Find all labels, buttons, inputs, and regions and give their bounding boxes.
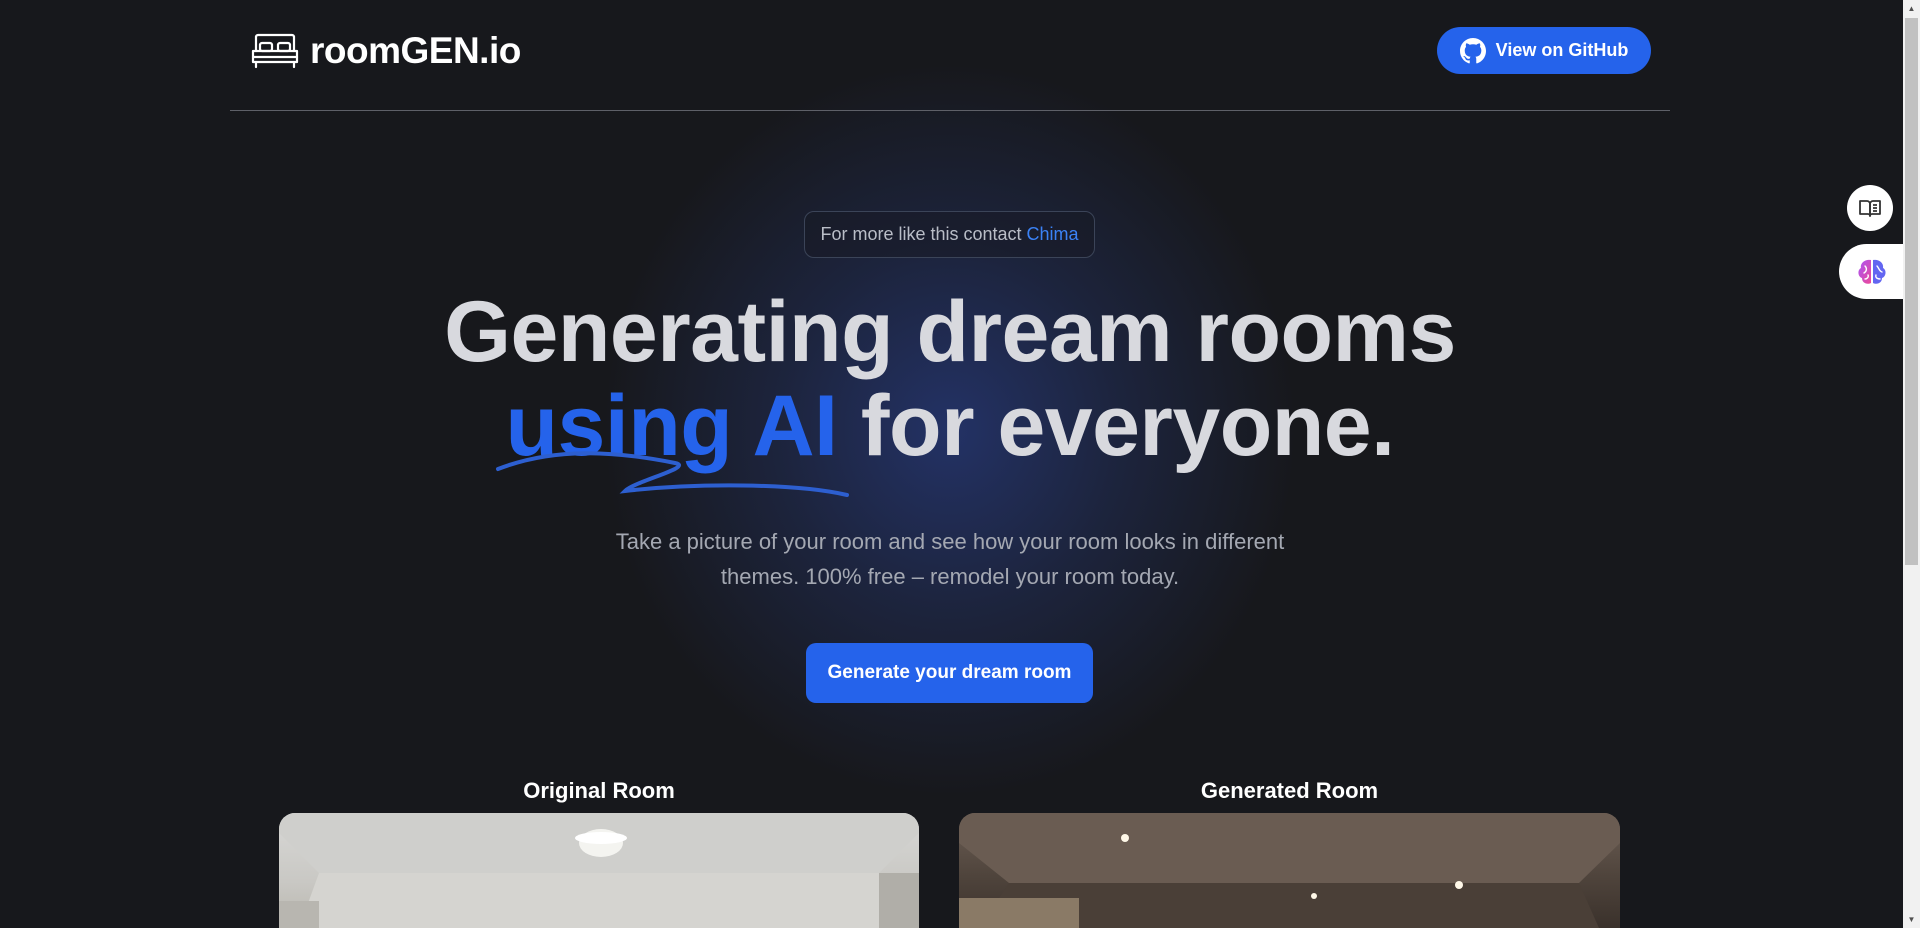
view-on-github-button[interactable]: View on GitHub	[1437, 27, 1651, 74]
scroll-thumb[interactable]	[1905, 18, 1918, 565]
logo-link[interactable]: roomGEN.io	[250, 30, 521, 72]
original-room-label: Original Room	[523, 778, 675, 803]
contact-text: For more like this contact	[820, 224, 1022, 244]
github-icon	[1459, 37, 1486, 63]
original-room-scene	[279, 813, 919, 928]
subtitle-line-1: Take a picture of your room and see how …	[615, 529, 1285, 554]
hero-headline: Generating dream rooms using AI for ever…	[400, 284, 1500, 497]
generate-dream-room-button[interactable]: Generate your dream room	[806, 643, 1093, 703]
generated-room-scene	[959, 813, 1620, 928]
subtitle-line-2: themes. 100% free – remodel your room to…	[720, 564, 1180, 589]
headline-accent: using AI	[496, 379, 850, 497]
page-scrollbar[interactable]: ▲ ▼	[1903, 0, 1920, 928]
bed-icon	[251, 33, 299, 69]
brain-icon	[1857, 259, 1886, 284]
book-icon	[1859, 200, 1881, 217]
scroll-down-arrow-icon[interactable]: ▼	[1903, 911, 1920, 928]
github-button-label: View on GitHub	[1495, 40, 1629, 60]
logo-text: roomGEN.io	[310, 30, 521, 71]
headline-rest: for everyone.	[860, 378, 1395, 474]
scroll-up-arrow-icon[interactable]: ▲	[1903, 0, 1920, 17]
ai-assistant-button[interactable]	[1839, 244, 1904, 299]
underline-scribble	[496, 451, 850, 497]
original-room-image	[279, 813, 919, 928]
hero-subtitle: Take a picture of your room and see how …	[560, 524, 1340, 594]
headline-line-1: Generating dream rooms	[444, 284, 1456, 380]
generated-room-image	[959, 813, 1620, 928]
reader-mode-button[interactable]	[1847, 185, 1893, 231]
contact-link[interactable]: Chima	[1027, 224, 1079, 245]
site-header: roomGEN.io View on GitHub	[230, 0, 1670, 111]
contact-banner: For more like this contact Chima	[804, 211, 1095, 258]
generated-room-label: Generated Room	[1200, 778, 1379, 803]
